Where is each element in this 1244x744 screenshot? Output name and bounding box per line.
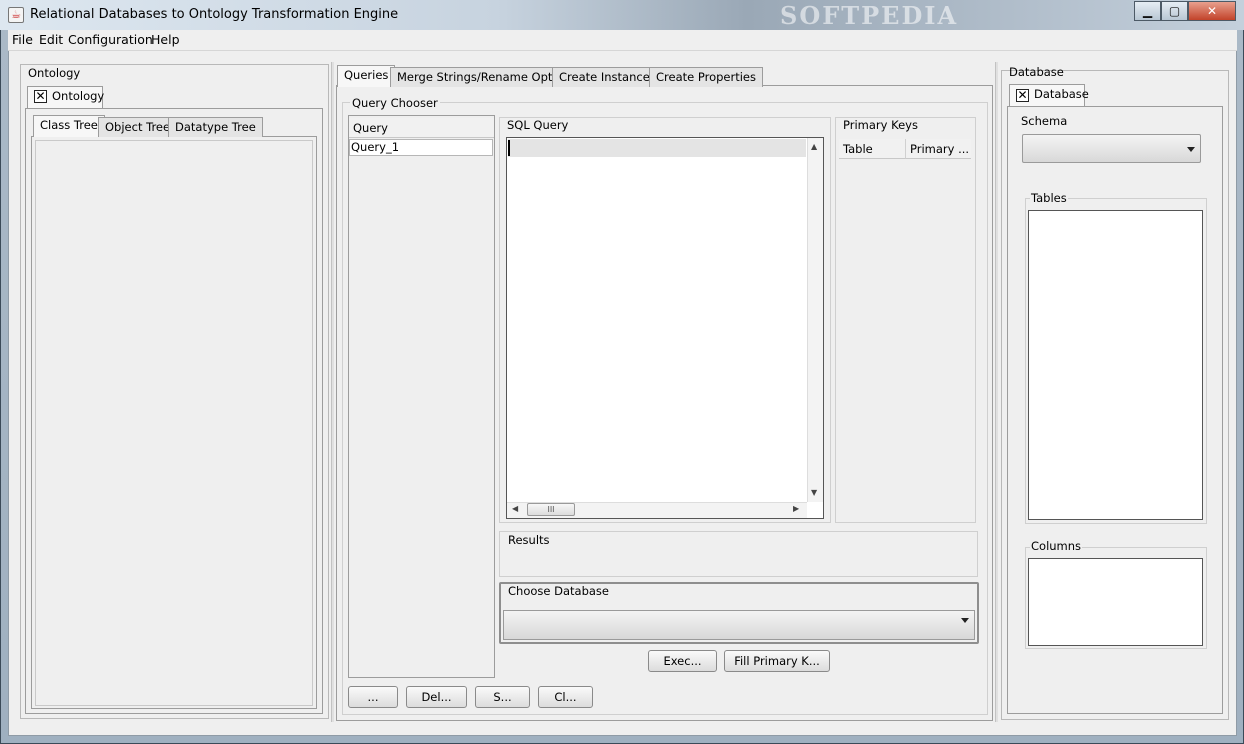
scroll-left-icon[interactable]: ◀ (512, 504, 518, 513)
scroll-thumb[interactable]: III (527, 503, 575, 516)
window-title: Relational Databases to Ontology Transfo… (30, 7, 399, 22)
tab-queries[interactable]: Queries (337, 65, 396, 87)
menu-file[interactable]: File (12, 32, 33, 47)
database-tab-label: Database (1034, 87, 1089, 101)
menu-separator (8, 50, 1237, 51)
chevron-down-icon (1187, 147, 1195, 152)
scroll-down-icon[interactable]: ▼ (811, 488, 817, 497)
save-query-button[interactable]: S... (475, 686, 530, 708)
java-app-icon: ☕ (8, 7, 24, 23)
menu-configuration[interactable]: Configuration (68, 32, 153, 47)
minimize-button[interactable]: ▁ (1134, 1, 1161, 21)
close-ontology-tab-icon[interactable]: ✕ (34, 90, 47, 103)
tables-label: Tables (1030, 191, 1068, 205)
scroll-up-icon[interactable]: ▲ (811, 142, 817, 151)
schema-select[interactable] (1022, 134, 1201, 163)
results-group (499, 531, 978, 577)
tab-datatype-tree[interactable]: Datatype Tree (168, 117, 263, 137)
tab-class-tree[interactable]: Class Tree (33, 115, 105, 137)
left-split-divider[interactable] (331, 62, 334, 722)
menu-help[interactable]: Help (151, 32, 180, 47)
results-title: Results (508, 533, 550, 547)
query-chooser-title: Query Chooser (350, 96, 440, 110)
delete-query-button[interactable]: Del... (406, 686, 467, 708)
primary-keys-title: Primary Keys (843, 118, 918, 132)
add-query-button[interactable]: ... (348, 686, 398, 708)
columns-label: Columns (1030, 539, 1083, 553)
current-line-highlight (508, 139, 806, 157)
primary-keys-column-header[interactable]: Primary ... (906, 139, 971, 159)
ontology-panel-title: Ontology (28, 66, 81, 80)
menu-edit[interactable]: Edit (39, 32, 63, 47)
tables-list[interactable] (1028, 210, 1203, 520)
right-split-divider[interactable] (995, 62, 998, 722)
ontology-tab-label: Ontology (52, 89, 105, 103)
menu-bar (8, 30, 1237, 50)
query-row[interactable]: Query_1 (349, 139, 493, 156)
class-tree-view[interactable] (35, 140, 313, 706)
fill-primary-keys-button[interactable]: Fill Primary K... (724, 650, 830, 672)
close-button[interactable]: ✕ (1188, 1, 1236, 21)
choose-database-select[interactable] (503, 610, 975, 640)
tab-object-tree[interactable]: Object Tree (98, 117, 178, 137)
close-database-tab-icon[interactable]: ✕ (1016, 89, 1029, 102)
clear-query-button[interactable]: Cl... (538, 686, 593, 708)
query-column-header[interactable]: Query (349, 118, 494, 138)
database-panel-title: Database (1009, 65, 1064, 79)
sql-vertical-scrollbar[interactable] (807, 138, 823, 502)
maximize-button[interactable]: ▢ (1161, 1, 1188, 21)
tab-create-instances[interactable]: Create Instances (552, 67, 663, 87)
exec-button[interactable]: Exec... (648, 650, 717, 672)
schema-label: Schema (1021, 114, 1068, 128)
primary-keys-group (835, 117, 976, 523)
sql-query-title: SQL Query (507, 118, 569, 132)
watermark: SOFTPEDIA (780, 1, 959, 30)
choose-database-title: Choose Database (508, 584, 609, 598)
query-list (348, 115, 495, 678)
scroll-right-icon[interactable]: ▶ (793, 504, 799, 513)
chevron-down-icon (961, 618, 969, 623)
text-caret (508, 140, 510, 156)
primary-keys-table-header[interactable]: Table (839, 139, 906, 159)
tab-create-properties[interactable]: Create Properties (649, 67, 763, 87)
sql-query-editor[interactable] (506, 137, 824, 519)
columns-list[interactable] (1028, 558, 1203, 646)
